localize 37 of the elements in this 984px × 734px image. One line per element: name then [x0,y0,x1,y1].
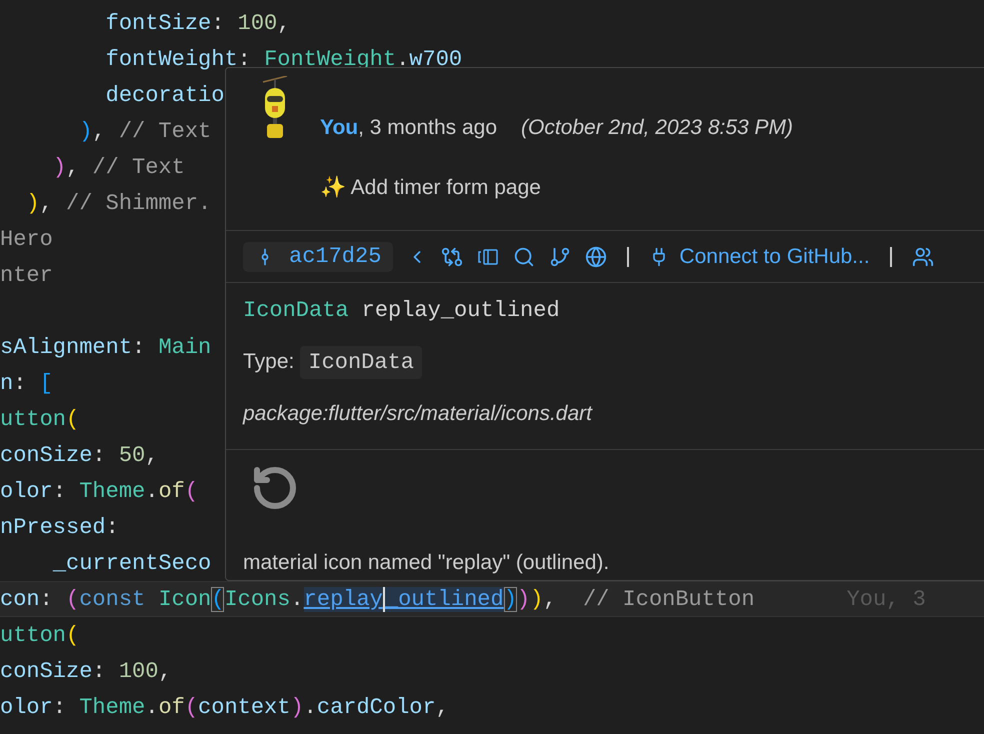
code-line: ), // Text [52,154,185,182]
connect-link[interactable]: Connect to GitHub... [679,240,870,272]
code-line: n: [ [0,370,53,398]
icon-description: material icon named "replay" (outlined). [243,550,610,576]
code-line: Hero [0,226,53,254]
code-line: sAlignment: Main [0,334,212,362]
compare-icon[interactable] [441,246,464,268]
code-line: utton( [0,406,80,434]
code-line: fontWeight: FontWeight.w700 [106,46,462,74]
search-icon[interactable] [513,246,536,268]
code-line: olor: Theme.of(context).cardColor, [0,694,449,722]
replay-icon [251,464,299,512]
code-line: conSize: 50, [0,442,158,470]
signature-text: IconData [243,296,349,324]
code-line: ), // Shimmer. [26,190,212,218]
code-line: conSize: 100, [0,658,172,686]
code-line: ), // Text [79,118,212,146]
code-line: olor: Theme.of( [0,478,198,506]
code-line: decoratio [106,82,224,110]
type-label: Type: [243,349,294,376]
branch-icon[interactable] [549,246,572,268]
source-path: package:flutter/src/material/icons.dart [243,401,592,428]
code-line: _currentSeco [52,550,212,578]
code-line: nPressed: [0,514,119,542]
code-line: utton( [0,622,80,650]
code-line: nter [0,262,53,290]
globe-icon[interactable] [585,246,608,268]
commit-date: (October 2nd, 2023 8:53 PM) [521,115,794,142]
code-link[interactable]: replay [304,586,383,612]
commit-author-line: You, 3 months ago [320,115,498,142]
commit-sha-button[interactable]: ac17d25 [243,242,394,272]
panel-icon[interactable] [477,246,500,266]
type-value: IconData [300,346,422,378]
commit-message: ✨ Add timer form page [320,174,542,201]
signature-text: replay_outlined [362,296,560,324]
people-icon[interactable] [912,246,934,268]
code-line: fontSize: 100, [106,10,290,38]
